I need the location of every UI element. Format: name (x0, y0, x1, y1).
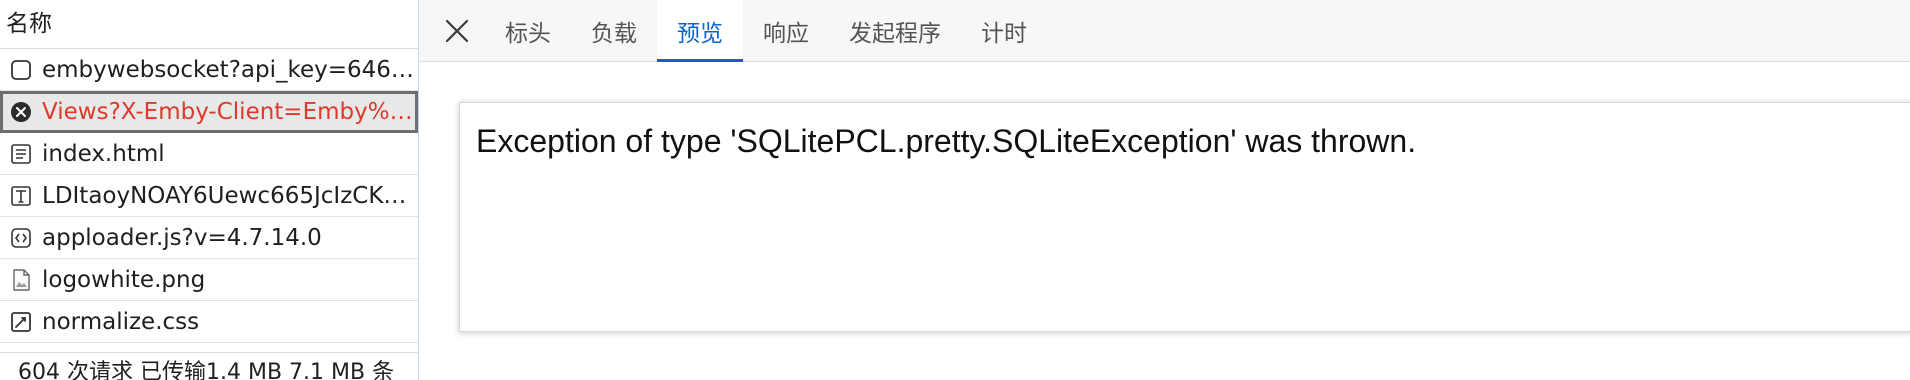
tab-initiator[interactable]: 发起程序 (829, 0, 961, 61)
request-name: logowhite.png (42, 266, 206, 293)
request-name: index.html (42, 140, 165, 167)
request-row-logowhite-png[interactable]: logowhite.png (0, 259, 418, 301)
request-row-normalize-css[interactable]: normalize.css (0, 301, 418, 343)
tab-response[interactable]: 响应 (743, 0, 829, 61)
request-row-views-error[interactable]: Views?X-Emby-Client=Emby%… (0, 91, 418, 133)
image-file-icon (10, 268, 32, 291)
error-circle-icon (10, 101, 32, 123)
stylesheet-icon (10, 311, 32, 333)
tab-payload[interactable]: 负载 (571, 0, 657, 61)
request-name: embywebsocket?api_key=6461… (42, 56, 414, 83)
request-name: apploader.js?v=4.7.14.0 (42, 224, 322, 251)
detail-tab-bar: 标头 负载 预览 响应 发起程序 计时 (419, 0, 1910, 62)
network-summary-status: 604 次请求 已传输1.4 MB 7.1 MB 条 (0, 352, 418, 380)
document-icon (10, 143, 32, 165)
request-name: normalize.css (42, 308, 200, 335)
preview-content-area: Exception of type 'SQLitePCL.pretty.SQLi… (419, 62, 1910, 380)
request-list-pane: 名称 embywebsocket?api_key=6461… Views?X-E… (0, 0, 419, 380)
preview-frame: Exception of type 'SQLitePCL.pretty.SQLi… (459, 102, 1910, 332)
request-detail-pane: 标头 负载 预览 响应 发起程序 计时 Exception of type 'S… (419, 0, 1910, 380)
tab-timing[interactable]: 计时 (961, 0, 1047, 61)
request-list: embywebsocket?api_key=6461… Views?X-Emby… (0, 49, 418, 343)
request-row-index-html[interactable]: index.html (0, 133, 418, 175)
request-row-apploader-js[interactable]: apploader.js?v=4.7.14.0 (0, 217, 418, 259)
close-icon (445, 19, 469, 42)
devtools-network-panel: 名称 embywebsocket?api_key=6461… Views?X-E… (0, 0, 1910, 380)
request-row-websocket[interactable]: embywebsocket?api_key=6461… (0, 49, 418, 91)
tab-preview[interactable]: 预览 (657, 0, 743, 62)
exception-message: Exception of type 'SQLitePCL.pretty.SQLi… (476, 123, 1417, 159)
name-column-header[interactable]: 名称 (0, 0, 418, 49)
close-detail-button[interactable] (429, 0, 485, 61)
request-name: LDItaoyNOAY6Uewc665JcIzCK… (42, 182, 407, 209)
request-name: Views?X-Emby-Client=Emby%… (42, 98, 413, 125)
tab-headers[interactable]: 标头 (485, 0, 571, 61)
websocket-icon (10, 59, 32, 81)
request-row-font[interactable]: LDItaoyNOAY6Uewc665JcIzCK… (0, 175, 418, 217)
script-icon (10, 227, 32, 249)
font-icon (10, 185, 32, 207)
